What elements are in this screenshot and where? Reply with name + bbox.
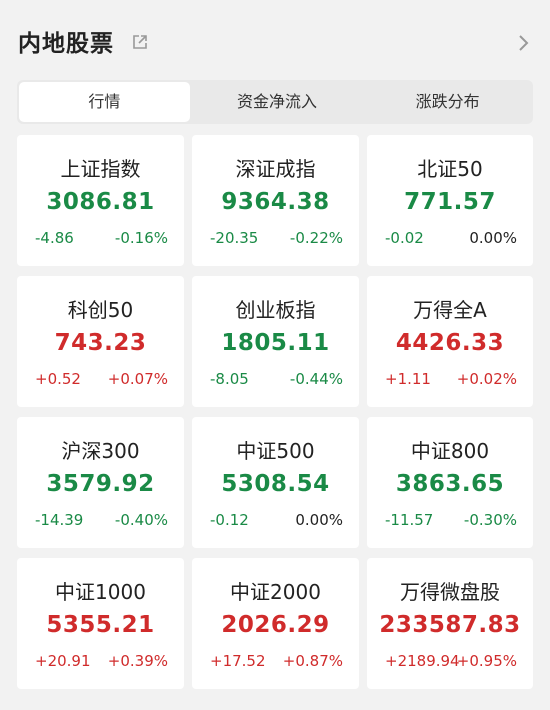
index-name: 万得全A [413, 298, 487, 322]
index-change: -0.12 [210, 511, 249, 529]
index-grid: 上证指数 3086.81 -4.86 -0.16% 深证成指 9364.38 -… [17, 135, 533, 689]
index-card[interactable]: 创业板指 1805.11 -8.05 -0.44% [192, 276, 359, 407]
index-name: 中证2000 [230, 580, 321, 604]
index-name: 上证指数 [60, 157, 141, 181]
index-value: 5308.54 [221, 471, 330, 497]
index-change-percent: -0.40% [114, 511, 168, 529]
index-change: -4.86 [35, 229, 74, 247]
tab-market[interactable]: 行情 [19, 82, 190, 122]
index-name: 中证1000 [55, 580, 146, 604]
index-card[interactable]: 科创50 743.23 +0.52 +0.07% [17, 276, 184, 407]
index-name: 北证50 [417, 157, 483, 181]
index-change-percent: +0.95% [456, 652, 517, 670]
index-value: 3863.65 [395, 471, 505, 497]
index-card[interactable]: 上证指数 3086.81 -4.86 -0.16% [17, 135, 184, 266]
index-value: 5355.21 [46, 612, 155, 638]
index-change-percent: +0.87% [282, 652, 343, 670]
index-change: -14.39 [35, 511, 84, 529]
index-change-percent: +0.07% [107, 370, 168, 388]
index-name: 创业板指 [235, 298, 316, 322]
index-value: 3579.92 [46, 471, 155, 497]
index-change-percent: +0.02% [456, 370, 517, 388]
index-change: +1.11 [385, 370, 431, 388]
index-card[interactable]: 北证50 771.57 -0.02 0.00% [367, 135, 533, 266]
header: 内地股票 [0, 0, 550, 80]
index-card[interactable]: 中证800 3863.65 -11.57 -0.30% [367, 417, 533, 548]
index-value: 4426.33 [395, 330, 505, 356]
index-value: 1805.11 [221, 330, 330, 356]
index-name: 万得微盘股 [400, 580, 500, 604]
index-card[interactable]: 中证2000 2026.29 +17.52 +0.87% [192, 558, 359, 689]
page-title: 内地股票 [18, 31, 114, 57]
index-value: 743.23 [54, 330, 147, 356]
index-change-percent: 0.00% [469, 229, 517, 247]
index-value: 3086.81 [46, 189, 155, 215]
index-name: 中证800 [410, 439, 490, 463]
index-change: -20.35 [210, 229, 259, 247]
index-change-percent: 0.00% [295, 511, 343, 529]
index-value: 9364.38 [221, 189, 330, 215]
index-change: -11.57 [385, 511, 434, 529]
tab-distribution[interactable]: 涨跌分布 [362, 80, 533, 124]
index-name: 中证500 [236, 439, 315, 463]
index-card[interactable]: 沪深300 3579.92 -14.39 -0.40% [17, 417, 184, 548]
share-icon[interactable] [131, 33, 149, 51]
index-value: 771.57 [404, 189, 496, 215]
index-change: +20.91 [35, 652, 91, 670]
index-change-percent: -0.44% [289, 370, 343, 388]
index-change-percent: -0.22% [289, 229, 343, 247]
index-name: 沪深300 [61, 439, 140, 463]
index-change: +2189.94 [385, 652, 460, 670]
index-card[interactable]: 万得全A 4426.33 +1.11 +0.02% [367, 276, 533, 407]
tab-net-inflow[interactable]: 资金净流入 [192, 80, 363, 124]
index-card[interactable]: 中证1000 5355.21 +20.91 +0.39% [17, 558, 184, 689]
index-name: 深证成指 [235, 157, 316, 181]
index-card[interactable]: 万得微盘股 233587.83 +2189.94 +0.95% [367, 558, 533, 689]
index-change-percent: -0.30% [463, 511, 517, 529]
index-change: +0.52 [35, 370, 81, 388]
index-name: 科创50 [67, 298, 134, 322]
index-value: 2026.29 [221, 612, 330, 638]
index-change: -8.05 [210, 370, 249, 388]
index-card[interactable]: 深证成指 9364.38 -20.35 -0.22% [192, 135, 359, 266]
chevron-right-icon[interactable] [518, 34, 530, 52]
tab-bar: 行情 资金净流入 涨跌分布 [17, 80, 533, 124]
index-change: -0.02 [385, 229, 424, 247]
index-change-percent: +0.39% [107, 652, 168, 670]
index-change: +17.52 [210, 652, 266, 670]
index-value: 233587.83 [379, 612, 521, 638]
index-change-percent: -0.16% [114, 229, 168, 247]
index-card[interactable]: 中证500 5308.54 -0.12 0.00% [192, 417, 359, 548]
